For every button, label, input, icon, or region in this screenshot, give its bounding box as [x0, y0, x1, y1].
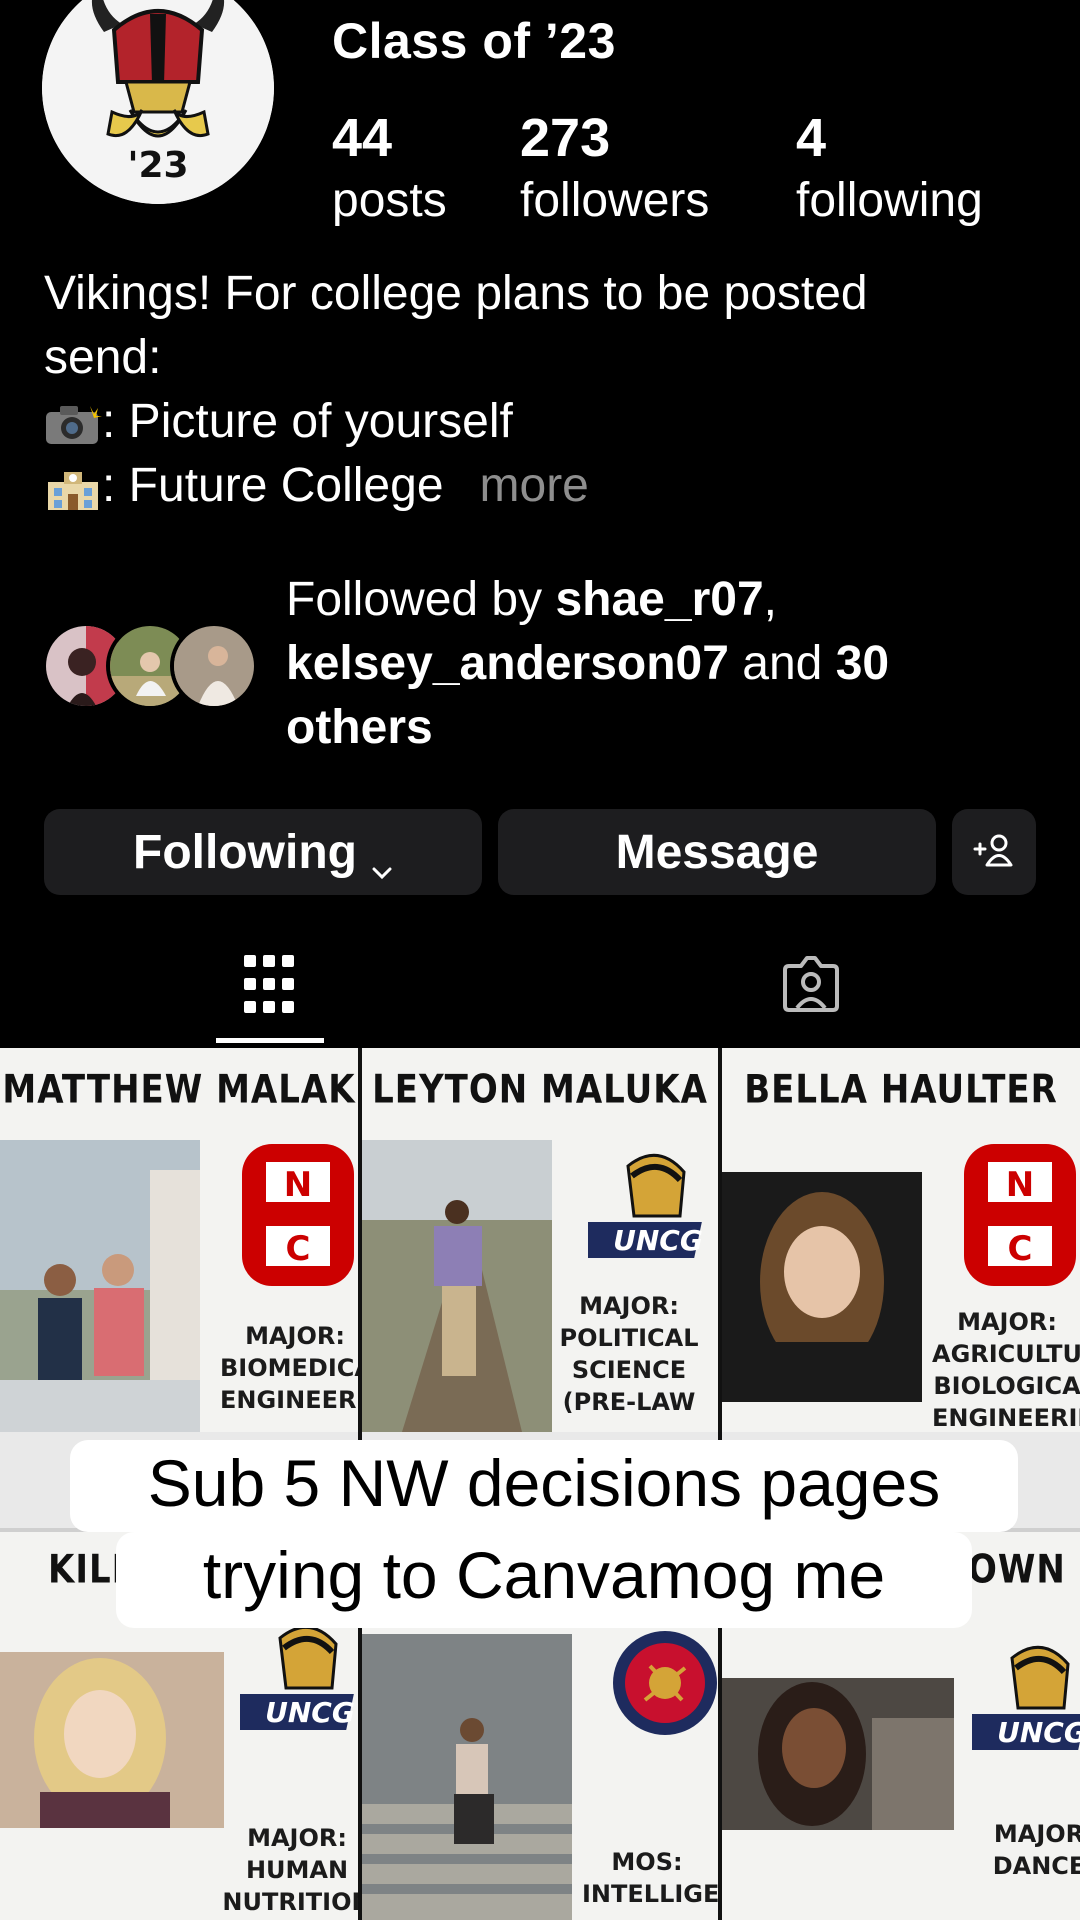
following-button-label: Following: [133, 825, 357, 879]
tagged-person-icon: [781, 954, 841, 1019]
followed-by-separator: ,: [763, 573, 777, 626]
school-building-icon: [44, 463, 102, 511]
caption-line: Sub 5 NW decisions pages: [70, 1440, 1018, 1532]
bio-more-link[interactable]: more: [480, 459, 589, 512]
video-caption: Sub 5 NW decisions pages trying to Canva…: [70, 1440, 1018, 1636]
caption-line: trying to Canvamog me: [116, 1532, 972, 1628]
student-photo: [722, 1678, 954, 1830]
bio-item-college: : Future College: [102, 459, 444, 512]
bio-item-picture: : Picture of yourself: [102, 395, 513, 448]
avatar-year-label: '23: [127, 145, 188, 186]
student-photo: [0, 1140, 200, 1432]
marine-corps-logo: [610, 1628, 718, 1743]
post-student-name: MATTHEW MALAK: [2, 1067, 356, 1113]
student-photo: [362, 1140, 552, 1432]
followed-by-text[interactable]: Followed by shae_r07, kelsey_anderson07 …: [286, 568, 1046, 760]
bio-line: Vikings! For college plans to be posted: [44, 267, 868, 320]
message-button[interactable]: Message: [498, 809, 936, 895]
post-major: MAJOR: BIOMEDICA ENGINEERIN: [220, 1322, 358, 1414]
svg-text:C: C: [286, 1229, 311, 1269]
active-tab-indicator: [216, 1038, 324, 1043]
posts-label: posts: [332, 174, 447, 227]
following-label: following: [796, 174, 983, 227]
post-major: MOS: INTELLIGE: [582, 1848, 718, 1908]
tab-posts-grid[interactable]: [228, 950, 310, 1022]
profile-avatar[interactable]: '23: [42, 0, 274, 204]
message-button-label: Message: [615, 825, 819, 879]
mutual-username[interactable]: shae_r07: [555, 573, 763, 626]
followed-by-and: and: [728, 637, 836, 690]
chevron-down-icon: [371, 841, 393, 880]
mutual-username[interactable]: kelsey_anderson07: [286, 637, 729, 690]
post-student-name: LEYTON MALUKA: [372, 1067, 708, 1113]
profile-name: Class of ’23: [332, 13, 616, 69]
mutual-others-label: others: [286, 701, 433, 754]
add-person-icon: [972, 825, 1016, 880]
stat-followers[interactable]: 273 followers: [520, 106, 709, 232]
svg-text:UNCG: UNCG: [997, 1716, 1080, 1749]
followed-by-prefix: Followed by: [286, 573, 556, 626]
posts-count: 44: [332, 108, 393, 168]
profile-bio: Vikings! For college plans to be posted …: [44, 262, 1044, 518]
ncstate-logo: NC: [960, 1140, 1080, 1295]
ncstate-logo: NC: [238, 1140, 358, 1295]
svg-text:UNCG: UNCG: [265, 1696, 355, 1729]
svg-text:N: N: [284, 1165, 312, 1205]
svg-text:UNCG: UNCG: [613, 1224, 703, 1257]
student-photo: [362, 1634, 572, 1920]
uncg-logo: UNCG: [216, 1618, 358, 1743]
uncg-logo: UNCG: [948, 1638, 1080, 1763]
followers-count: 273: [520, 108, 611, 168]
post-tile[interactable]: LEYTON MALUKA UNCG MAJOR: POLITICAL SCIE…: [362, 1048, 718, 1432]
stat-following[interactable]: 4 following: [796, 106, 983, 232]
stat-posts[interactable]: 44 posts: [332, 106, 447, 232]
svg-text:N: N: [1006, 1165, 1034, 1205]
bio-line: send:: [44, 331, 162, 384]
svg-text:C: C: [1008, 1229, 1033, 1269]
post-major: MAJOR: POLITICAL SCIENCE (PRE-LAW: [559, 1292, 699, 1416]
following-count: 4: [796, 108, 827, 168]
student-photo: [722, 1172, 922, 1402]
tab-tagged[interactable]: [770, 950, 852, 1022]
post-tile[interactable]: BELLA HAULTER NC MAJOR: AGRICULTURA BIOL…: [722, 1048, 1080, 1432]
camera-flash-icon: [44, 399, 102, 445]
post-tile[interactable]: MATTHEW MALAK NC MAJOR: BIOMEDICA ENGINE…: [0, 1048, 358, 1432]
mutual-others-count: 30: [835, 637, 890, 690]
followers-label: followers: [520, 174, 710, 227]
post-major: MAJOR DANCE: [992, 1820, 1080, 1880]
post-major: MAJOR: AGRICULTURA BIOLOGICA ENGINEERIN: [932, 1308, 1080, 1432]
mutual-followers-avatars[interactable]: [42, 622, 272, 710]
grid-icon: [244, 954, 294, 1018]
mutual-avatar: [170, 622, 258, 710]
following-button[interactable]: Following: [44, 809, 482, 895]
suggest-people-button[interactable]: [952, 809, 1036, 895]
uncg-logo: UNCG: [564, 1146, 718, 1271]
post-student-name: BELLA HAULTER: [744, 1067, 1058, 1113]
post-major: MAJOR: HUMAN NUTRITION DIETETIC: [222, 1824, 358, 1916]
student-photo: [0, 1652, 224, 1828]
